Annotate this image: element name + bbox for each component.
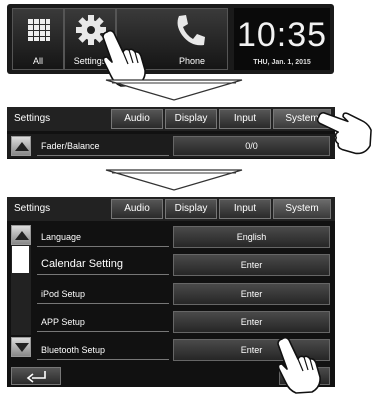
hand-pointer-icon xyxy=(277,336,321,394)
item-underline xyxy=(37,274,169,275)
list-item-label: Bluetooth Setup xyxy=(41,345,106,355)
step-arrow-icon xyxy=(105,79,243,101)
item-underline xyxy=(37,359,169,360)
tab-display[interactable]: Display xyxy=(165,109,217,129)
grid-icon xyxy=(28,19,50,41)
app-setup-button[interactable]: Enter xyxy=(173,311,330,333)
tab-system[interactable]: System xyxy=(273,199,331,219)
back-button[interactable] xyxy=(11,367,61,385)
tab-input[interactable]: Input xyxy=(219,109,271,129)
hand-pointer-icon xyxy=(316,111,372,155)
tab-audio[interactable]: Audio xyxy=(111,109,163,129)
tab-bar: Settings Audio Display Input System xyxy=(7,107,335,131)
fader-balance-button[interactable]: 0/0 xyxy=(173,136,330,156)
tile-all[interactable]: All xyxy=(12,8,64,70)
tile-all-label: All xyxy=(32,56,43,66)
settings-screen-top: Settings Audio Display Input System Fade… xyxy=(7,107,335,159)
row-label: Fader/Balance xyxy=(41,141,100,151)
settings-row: Fader/Balance 0/0 xyxy=(7,134,335,158)
tab-audio[interactable]: Audio xyxy=(111,199,163,219)
scrollbar[interactable] xyxy=(11,245,31,335)
tab-input[interactable]: Input xyxy=(219,199,271,219)
item-underline xyxy=(37,331,169,332)
calendar-setting-button[interactable]: Enter xyxy=(173,254,330,276)
scrollbar-thumb[interactable] xyxy=(12,246,29,273)
list-item-label: Language xyxy=(41,232,82,242)
list-item-label: iPod Setup xyxy=(41,289,86,299)
list-item-label: Calendar Setting xyxy=(41,258,123,270)
step-arrow-icon xyxy=(105,169,243,191)
tab-display[interactable]: Display xyxy=(165,199,217,219)
tab-bar: Settings Audio Display Input System xyxy=(7,197,335,221)
tile-phone-label: Phone xyxy=(178,56,206,66)
item-underline xyxy=(37,303,169,304)
clock-date: THU, Jan. 1, 2015 xyxy=(253,59,311,66)
scroll-up-button[interactable] xyxy=(11,136,31,156)
screen-title: Settings xyxy=(14,203,51,214)
row-underline xyxy=(37,155,169,156)
clock-time: 10:35 xyxy=(236,16,328,54)
back-arrow-icon xyxy=(26,371,46,383)
clock-widget: 10:35 THU, Jan. 1, 2015 xyxy=(234,8,330,70)
phone-icon xyxy=(177,15,205,46)
language-button[interactable]: English xyxy=(173,226,330,248)
item-underline xyxy=(37,246,169,247)
scroll-up-button[interactable] xyxy=(11,225,31,245)
home-bar: All Settings Phone 10:35 THU, Jan. 1, 20… xyxy=(7,4,334,74)
screen-title: Settings xyxy=(14,113,51,124)
list-item-label: APP Setup xyxy=(41,317,85,327)
scroll-down-button[interactable] xyxy=(11,337,31,357)
ipod-setup-button[interactable]: Enter xyxy=(173,283,330,305)
